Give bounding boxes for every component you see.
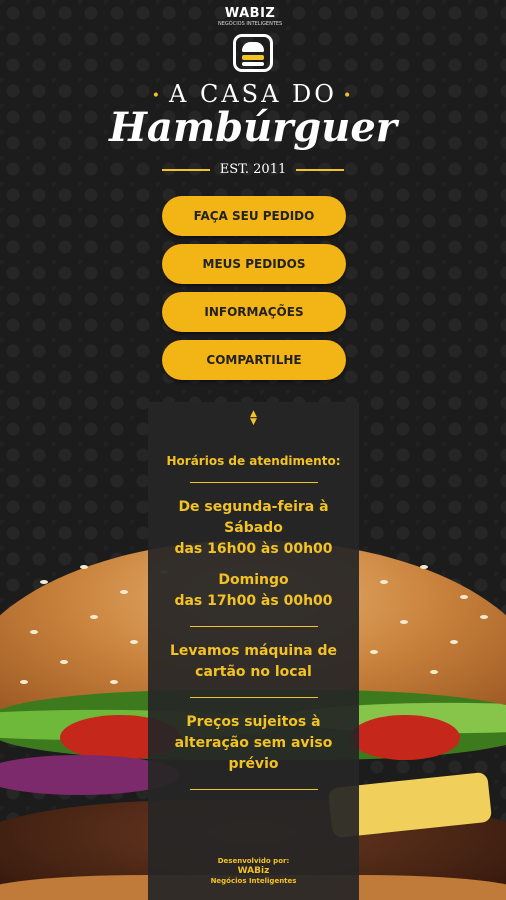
- info-panel[interactable]: ▲ ▼ Horários de atendimento: De segunda-f…: [148, 402, 359, 900]
- order-button[interactable]: FAÇA SEU PEDIDO: [162, 196, 346, 236]
- sesame-seed: [480, 615, 488, 619]
- developer-credits[interactable]: Desenvolvido por: WABiz Negócios Intelig…: [148, 856, 359, 886]
- collapse-arrows-icon[interactable]: ▲ ▼: [148, 410, 359, 427]
- sunday-hours: das 17h00 às 00h00: [174, 593, 333, 609]
- tomato-right: [350, 715, 460, 760]
- wabiz-logo: WABIZ NEGÓCIOS INTELIGENTES: [218, 6, 282, 27]
- sesame-seed: [60, 660, 68, 664]
- sesame-seed: [20, 680, 28, 684]
- divider: [189, 697, 318, 698]
- sesame-seed: [120, 590, 128, 594]
- burger-icon: [233, 34, 273, 72]
- card-note: Levamos máquina de cartão no local: [169, 643, 338, 680]
- sunday-label: Domingo: [218, 572, 289, 588]
- sesame-seed: [450, 640, 458, 644]
- sesame-seed: [380, 580, 388, 584]
- sesame-seed: [130, 640, 138, 644]
- sesame-seed: [460, 595, 468, 599]
- divider: [189, 482, 318, 483]
- weekday-hours: das 16h00 às 00h00: [174, 541, 333, 557]
- weekday-days: De segunda-feira à Sábado: [178, 499, 329, 536]
- sesame-seed: [80, 565, 88, 569]
- wabiz-name: WABIZ: [224, 6, 276, 21]
- divider: [189, 626, 318, 627]
- divider: [189, 789, 318, 790]
- sesame-seed: [40, 580, 48, 584]
- price-note: Preços sujeitos à alteração sem aviso pr…: [174, 714, 333, 772]
- my-orders-button[interactable]: MEUS PEDIDOS: [162, 244, 346, 284]
- credits-name: WABiz: [237, 866, 270, 876]
- sesame-seed: [90, 615, 98, 619]
- sesame-seed: [400, 620, 408, 624]
- main-menu: FAÇA SEU PEDIDO MEUS PEDIDOS INFORMAÇÕES…: [162, 196, 346, 388]
- sesame-seed: [370, 650, 378, 654]
- credits-label: Desenvolvido por:: [217, 857, 290, 865]
- sesame-seed: [30, 630, 38, 634]
- restaurant-title-script: Hambúrguer: [109, 104, 397, 151]
- est-text: EST. 2011: [219, 162, 287, 177]
- sesame-seed: [420, 565, 428, 569]
- sesame-seed: [430, 670, 438, 674]
- wabiz-tagline: NEGÓCIOS INTELIGENTES: [218, 21, 283, 27]
- hours-heading: Horários de atendimento:: [166, 454, 341, 468]
- app-header: WABIZ NEGÓCIOS INTELIGENTES • A CASA DO • …: [0, 0, 506, 190]
- share-button[interactable]: COMPARTILHE: [162, 340, 346, 380]
- credits-tagline: Negócios Inteligentes: [210, 877, 297, 885]
- info-button[interactable]: INFORMAÇÕES: [162, 292, 346, 332]
- established-year: EST. 2011: [0, 162, 506, 177]
- sesame-seed: [110, 680, 118, 684]
